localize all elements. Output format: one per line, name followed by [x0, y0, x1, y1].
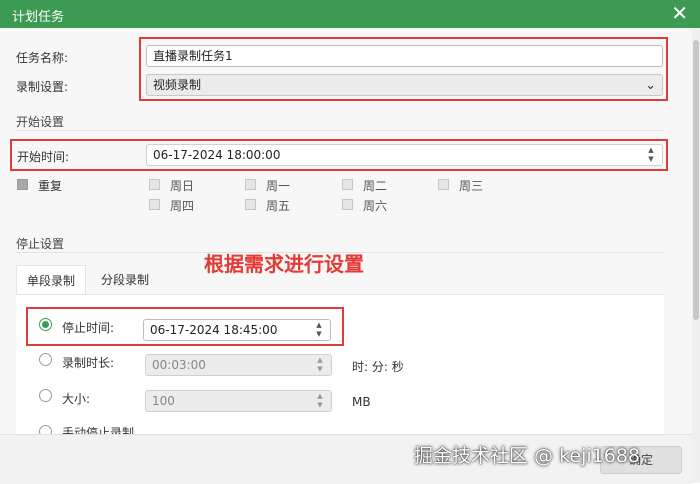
- tab-multi-segment[interactable]: 分段录制: [90, 265, 160, 295]
- close-icon[interactable]: ✕: [671, 2, 688, 24]
- start-time-value: 06-17-2024 18:00:00: [153, 148, 281, 162]
- record-setting-label: 录制设置:: [16, 80, 69, 94]
- day-label-wed: 周三: [459, 179, 484, 193]
- day-checkbox-tue[interactable]: [342, 179, 353, 190]
- day-label-mon: 周一: [266, 179, 291, 193]
- record-setting-value: 视频录制: [153, 78, 202, 92]
- day-checkbox-sun[interactable]: [149, 179, 160, 190]
- day-checkbox-sat[interactable]: [342, 199, 353, 210]
- manual-stop-row-clip: 手动停止录制: [0, 420, 692, 434]
- annotation-text: 根据需求进行设置: [204, 252, 364, 276]
- spinner-icon[interactable]: ▲ ▼: [315, 356, 325, 374]
- duration-label: 录制时长:: [62, 356, 115, 370]
- manual-stop-label: 手动停止录制: [62, 426, 135, 434]
- duration-input[interactable]: 00:03:00 ▲ ▼: [145, 354, 332, 376]
- day-label-fri: 周五: [266, 199, 291, 213]
- duration-value: 00:03:00: [152, 358, 206, 372]
- task-name-label: 任务名称:: [16, 51, 69, 65]
- watermark-text: 掘金技术社区 @ keji1688: [414, 445, 641, 467]
- day-label-sat: 周六: [363, 199, 388, 213]
- window-title: 计划任务: [12, 10, 65, 25]
- duration-radio[interactable]: [39, 353, 52, 366]
- start-section-title: 开始设置: [16, 115, 65, 129]
- duration-unit: 时: 分: 秒: [352, 360, 404, 374]
- start-time-label: 开始时间:: [17, 150, 70, 164]
- task-name-input[interactable]: 直播录制任务1: [146, 45, 663, 67]
- day-label-sun: 周日: [170, 179, 195, 193]
- manual-stop-radio[interactable]: [39, 425, 52, 434]
- repeat-label: 重复: [38, 179, 63, 193]
- stop-time-label: 停止时间:: [62, 321, 115, 335]
- repeat-checkbox[interactable]: [17, 179, 28, 190]
- size-value: 100: [152, 394, 175, 408]
- day-checkbox-wed[interactable]: [438, 179, 449, 190]
- start-divider: [16, 130, 664, 131]
- record-setting-select[interactable]: 视频录制 ⌄: [146, 74, 663, 96]
- day-label-tue: 周二: [363, 179, 388, 193]
- stop-time-input[interactable]: 06-17-2024 18:45:00 ▲ ▼: [143, 319, 331, 341]
- size-unit: MB: [352, 395, 371, 409]
- size-radio[interactable]: [39, 389, 52, 402]
- stop-time-value: 06-17-2024 18:45:00: [150, 323, 278, 337]
- stop-section-title: 停止设置: [16, 237, 65, 251]
- day-checkbox-fri[interactable]: [245, 199, 256, 210]
- spinner-icon[interactable]: ▲ ▼: [315, 392, 325, 410]
- chevron-down-icon: ⌄: [645, 78, 656, 93]
- scrollbar-thumb[interactable]: [693, 40, 699, 320]
- title-bar: 计划任务 ✕: [0, 0, 700, 28]
- spinner-icon[interactable]: ▲ ▼: [314, 321, 324, 339]
- day-checkbox-thu[interactable]: [149, 199, 160, 210]
- spinner-icon[interactable]: ▲ ▼: [646, 146, 656, 164]
- stop-time-radio[interactable]: [39, 318, 52, 331]
- day-checkbox-mon[interactable]: [245, 179, 256, 190]
- start-time-input[interactable]: 06-17-2024 18:00:00 ▲ ▼: [146, 144, 663, 166]
- size-input[interactable]: 100 ▲ ▼: [145, 390, 332, 412]
- day-label-thu: 周四: [170, 199, 195, 213]
- size-label: 大小:: [62, 392, 91, 406]
- tab-single-segment[interactable]: 单段录制: [16, 265, 86, 296]
